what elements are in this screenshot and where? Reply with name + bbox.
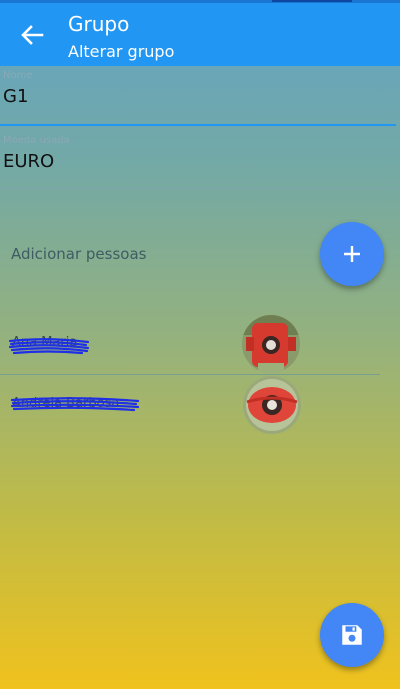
name-input[interactable]: [3, 86, 383, 107]
person-row[interactable]: Ana Maria: [0, 313, 380, 375]
redaction-scribble: [10, 397, 140, 412]
avatar: [243, 376, 301, 434]
avatar: [242, 315, 300, 373]
add-person-button[interactable]: [320, 222, 384, 286]
arrow-back-icon: [21, 25, 44, 45]
currency-underline: [0, 188, 396, 189]
currency-field: Moeda usada: [0, 135, 396, 191]
back-button[interactable]: [16, 19, 48, 51]
name-underline: [0, 124, 396, 126]
person-row[interactable]: Andreia Barbosa: [0, 374, 380, 436]
page-subtitle: Alterar grupo: [68, 42, 175, 61]
page-title: Grupo: [68, 12, 130, 36]
save-button[interactable]: [320, 603, 384, 667]
app-bar: Grupo Alterar grupo: [0, 0, 400, 66]
floppy-disk-icon: [342, 625, 362, 645]
add-people-label: Adicionar pessoas: [11, 245, 147, 263]
name-field: Nome: [0, 70, 396, 128]
plus-icon: [344, 246, 360, 262]
currency-field-label: Moeda usada: [3, 135, 70, 146]
currency-input[interactable]: [3, 151, 383, 172]
status-strip: [0, 0, 400, 3]
redaction-scribble: [8, 338, 90, 355]
name-field-label: Nome: [3, 70, 33, 81]
